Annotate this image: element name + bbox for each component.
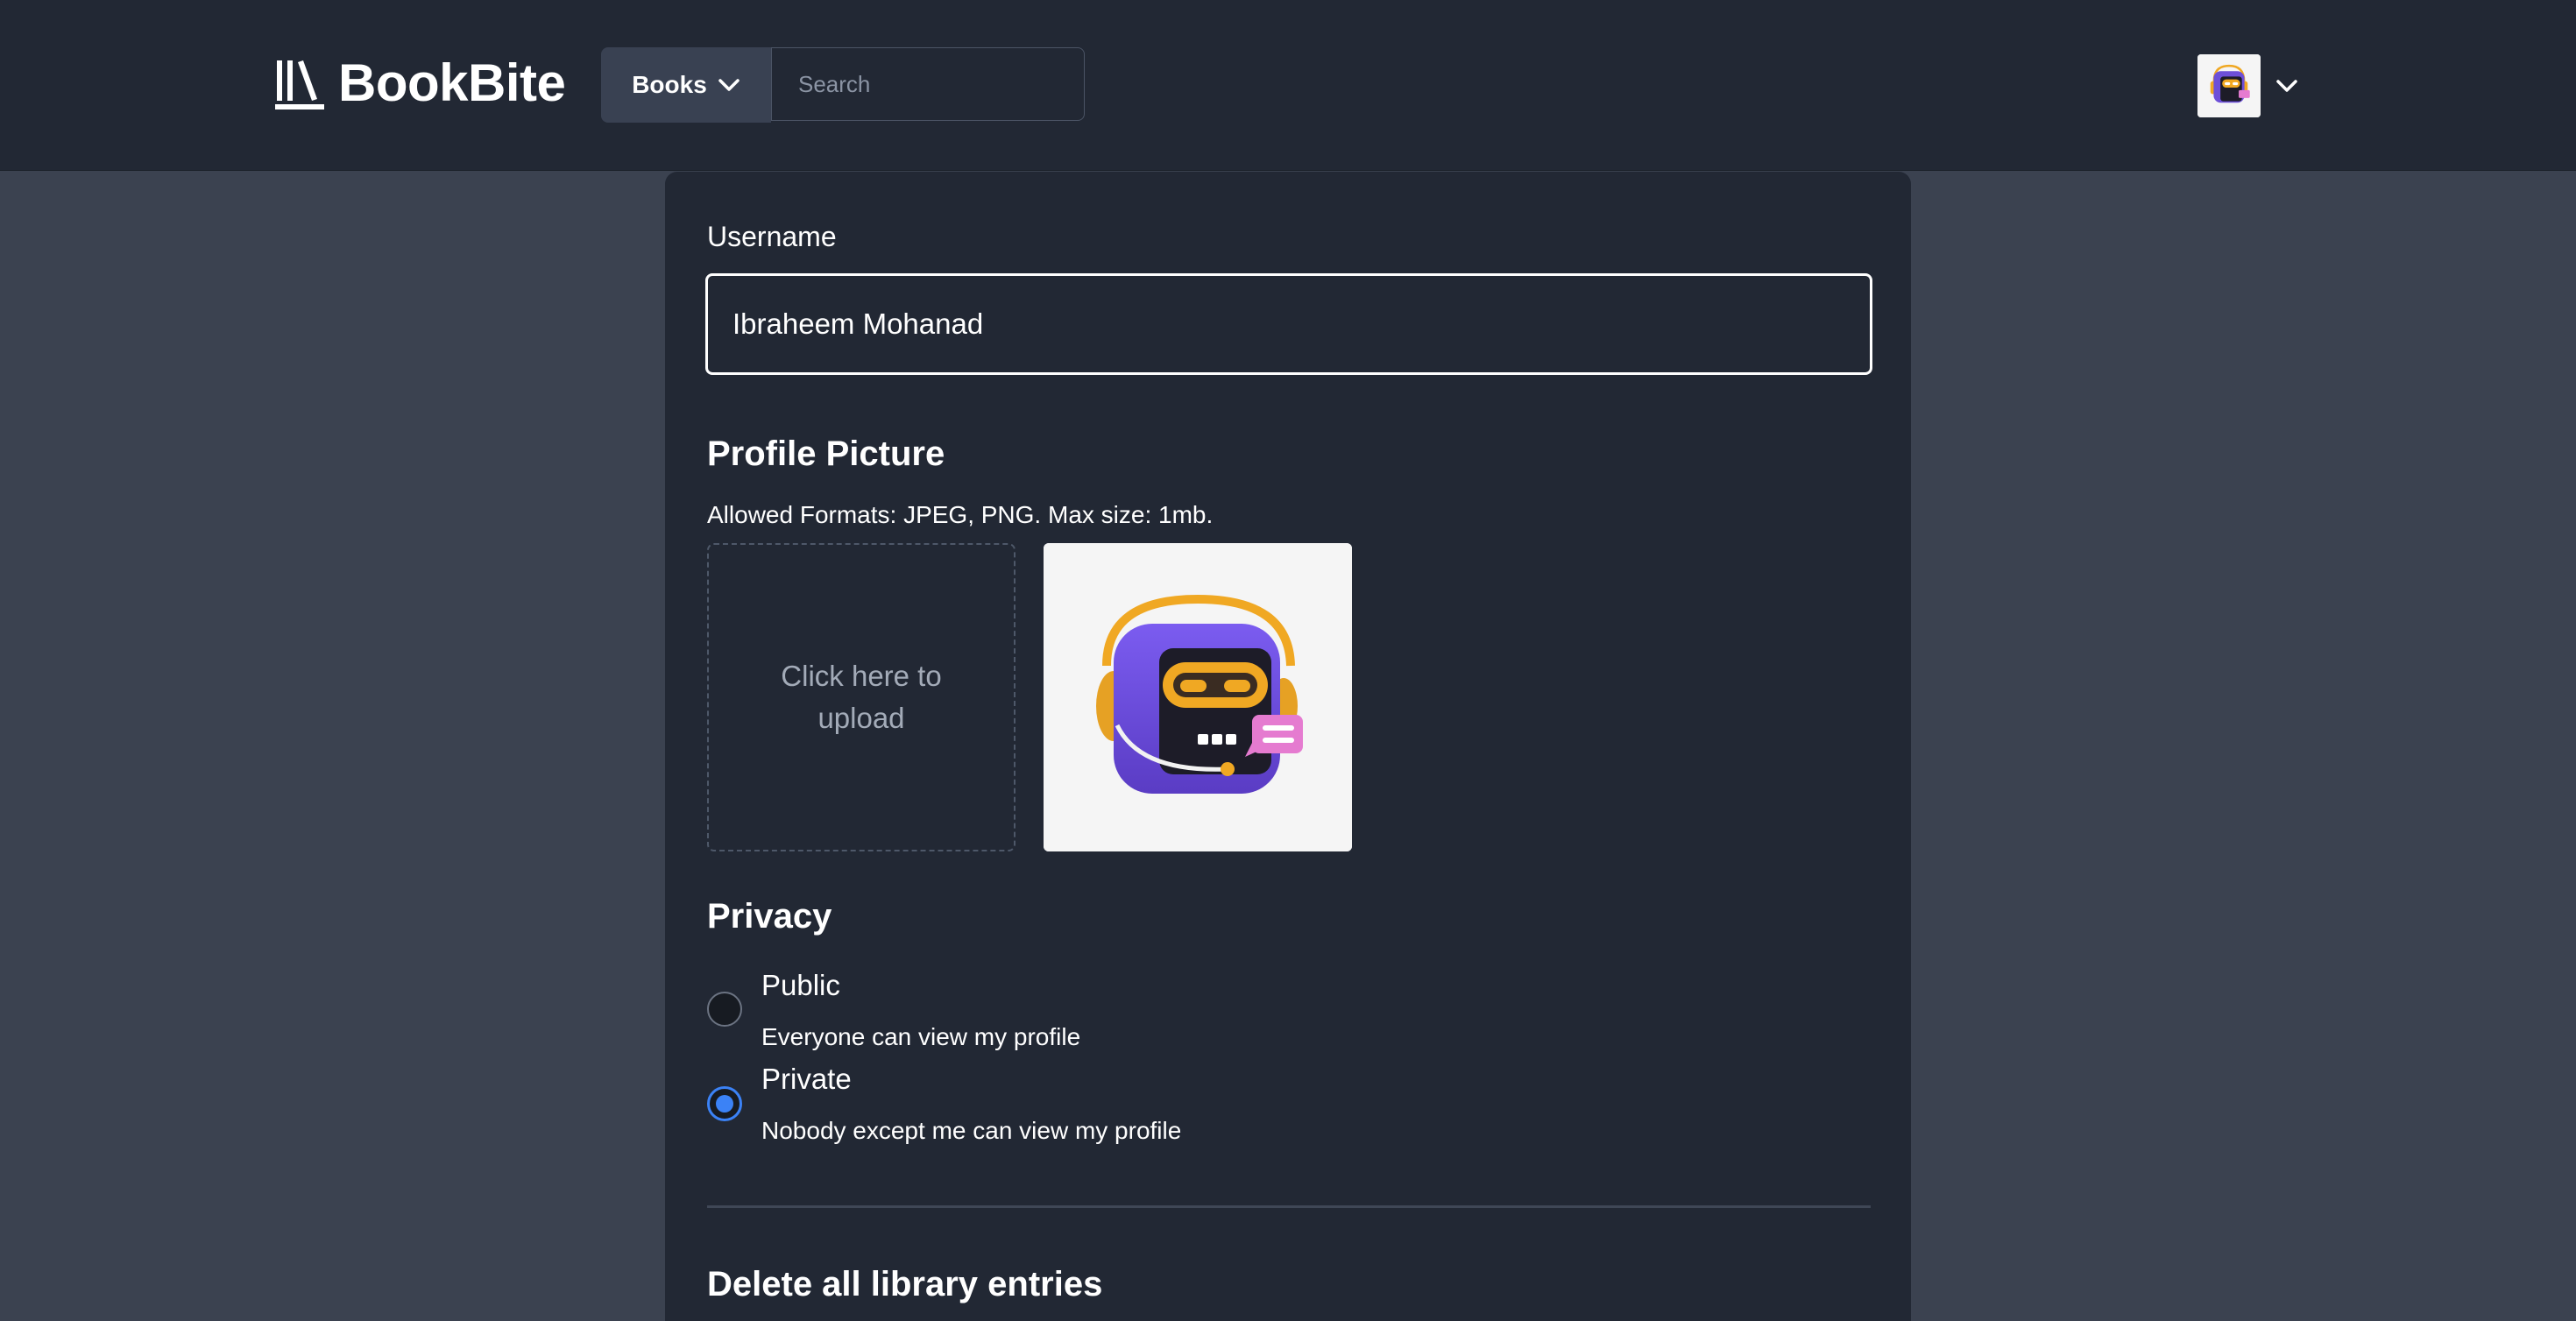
delete-library-title: Delete all library entries bbox=[707, 1265, 1103, 1303]
user-menu-chevron-icon[interactable] bbox=[2275, 78, 2299, 94]
profile-picture-title: Profile Picture bbox=[707, 434, 945, 473]
search-input[interactable] bbox=[771, 47, 1085, 121]
username-input[interactable] bbox=[705, 273, 1872, 375]
privacy-public-label: Public bbox=[761, 969, 840, 1001]
allowed-formats-text: Allowed Formats: JPEG, PNG. Max size: 1m… bbox=[707, 501, 1214, 528]
robot-headset-avatar-preview bbox=[1044, 543, 1352, 851]
upload-dropzone[interactable]: Click here to upload bbox=[707, 543, 1016, 851]
robot-headset-avatar bbox=[2197, 54, 2261, 117]
user-avatar-button[interactable] bbox=[2197, 54, 2261, 117]
logo-text: BookBite bbox=[338, 53, 566, 112]
privacy-private-description: Nobody except me can view my profile bbox=[761, 1117, 1182, 1144]
section-divider bbox=[707, 1205, 1871, 1208]
chevron-down-icon bbox=[718, 79, 740, 91]
upload-text: Click here to upload bbox=[781, 660, 942, 734]
privacy-title: Privacy bbox=[707, 897, 832, 936]
privacy-public-description: Everyone can view my profile bbox=[761, 1023, 1081, 1050]
username-label: Username bbox=[707, 221, 837, 252]
profile-settings-card: Username Profile Picture Allowed Formats… bbox=[665, 172, 1911, 1321]
privacy-private-radio[interactable] bbox=[707, 1086, 742, 1121]
privacy-private-label: Private bbox=[761, 1063, 852, 1095]
profile-picture-preview bbox=[1044, 543, 1352, 851]
privacy-public-radio[interactable] bbox=[707, 992, 742, 1027]
books-dropdown-label: Books bbox=[632, 71, 707, 98]
bookbite-logo[interactable]: BookBite bbox=[273, 51, 566, 116]
top-nav-bar: BookBite Books bbox=[0, 0, 2576, 171]
library-books-icon bbox=[275, 60, 324, 109]
books-dropdown-button[interactable]: Books bbox=[601, 47, 771, 123]
